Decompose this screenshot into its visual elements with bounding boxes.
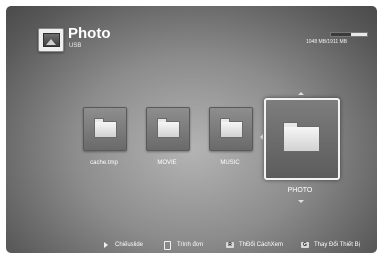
folder-label: cache.tmp — [90, 160, 118, 166]
menu-icon — [164, 240, 171, 250]
change-device-label: Thay Đổi Thiết Bị — [314, 242, 360, 248]
chevron-left-icon[interactable] — [260, 134, 263, 140]
storage-bar — [330, 32, 368, 37]
storage-fill — [331, 33, 351, 36]
folder-tile-cache[interactable] — [83, 107, 127, 151]
storage-text: 1048 MB/1911 MB — [306, 39, 348, 45]
slideshow-button[interactable]: Chiếuslide — [104, 240, 143, 250]
page-title: Photo — [68, 25, 111, 42]
folder-label: MUSIC — [220, 160, 240, 166]
photo-icon — [38, 28, 64, 52]
menu-label: Trình đơn — [177, 242, 204, 248]
folder-icon — [157, 118, 180, 138]
folder-tile-photo[interactable] — [264, 98, 340, 180]
change-view-label: ThĐổi CáchXem — [239, 242, 284, 248]
chevron-down-icon[interactable] — [298, 200, 304, 203]
slideshow-label: Chiếuslide — [115, 242, 144, 248]
folder-icon — [94, 118, 117, 138]
folder-tile-movie[interactable] — [146, 107, 190, 151]
play-icon — [104, 242, 108, 248]
folder-icon — [220, 118, 243, 138]
folder-tile-music[interactable] — [209, 107, 253, 151]
folder-label: MOVIE — [157, 160, 177, 166]
change-device-button[interactable]: G Thay Đổi Thiết Bị — [301, 240, 360, 250]
device-subtitle: USB — [69, 43, 82, 49]
red-key-badge: R — [226, 242, 234, 248]
folder-icon — [283, 122, 320, 152]
green-key-badge: G — [301, 242, 309, 248]
chevron-up-icon[interactable] — [298, 92, 304, 95]
folder-label-selected: PHOTO — [287, 187, 313, 194]
change-view-button[interactable]: R ThĐổi CáchXem — [226, 240, 283, 250]
screen: Photo USB 1048 MB/1911 MB cache.tmp MOVI… — [6, 6, 377, 253]
menu-button[interactable]: Trình đơn — [164, 240, 203, 250]
